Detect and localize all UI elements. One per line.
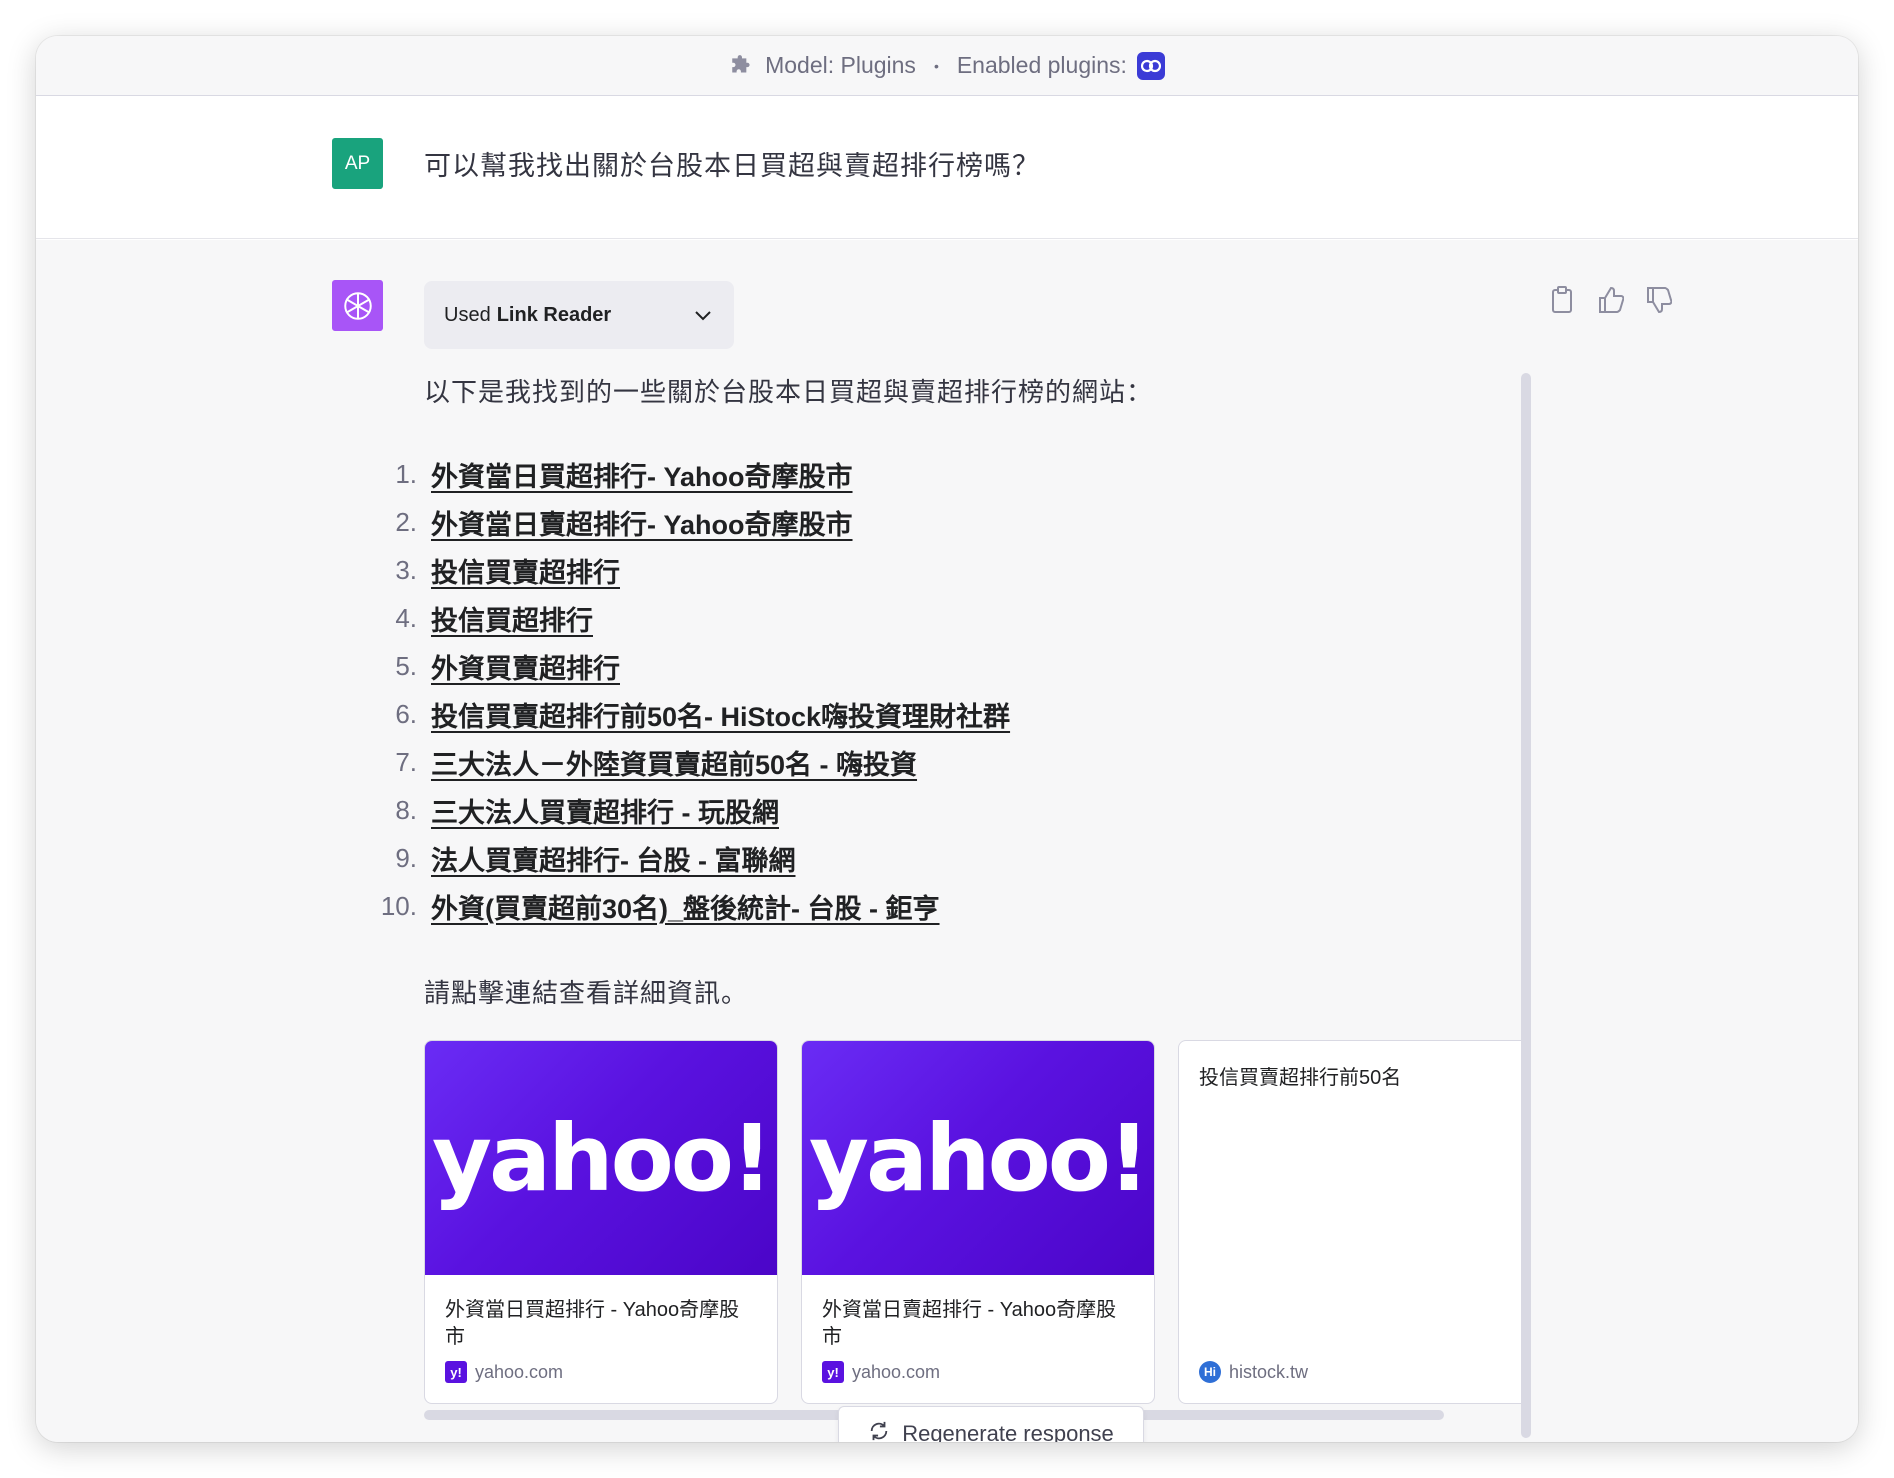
yahoo-favicon-icon: y!	[822, 1361, 844, 1383]
card-domain: yahoo.com	[852, 1361, 941, 1382]
puzzle-icon	[729, 53, 755, 79]
list-item: 8. 三大法人買賣超排行 - 玩股網	[376, 786, 1010, 834]
clipboard-icon[interactable]	[1550, 286, 1576, 314]
card-source: Hi histock.tw	[1199, 1361, 1308, 1383]
regenerate-label: Regenerate response	[902, 1421, 1114, 1442]
card-domain: histock.tw	[1229, 1361, 1309, 1382]
link[interactable]: 投信買賣超排行	[431, 551, 620, 590]
card-title: 外資當日賣超排行 - Yahoo奇摩股市	[822, 1299, 1117, 1348]
card-thumbnail: yahoo!	[425, 1041, 777, 1275]
card-domain: yahoo.com	[475, 1361, 564, 1382]
link-preview-card[interactable]: yahoo! 外資當日賣超排行 - Yahoo奇摩股市 y! yahoo.com	[801, 1040, 1155, 1404]
list-item: 3. 投信買賣超排行	[376, 546, 1010, 594]
list-item: 9. 法人買賣超排行- 台股 - 富聯網	[376, 834, 1010, 882]
list-item: 4. 投信買超排行	[376, 594, 1010, 642]
chat-window: Model: Plugins • Enabled plugins: AP 可以幫…	[36, 36, 1858, 1442]
link[interactable]: 投信買超排行	[431, 599, 593, 638]
card-title: 投信買賣超排行前50名	[1199, 1067, 1402, 1089]
used-plugin-toggle[interactable]: Used Link Reader	[424, 281, 734, 349]
link[interactable]: 外資買賣超排行	[431, 647, 620, 686]
assistant-outro: 請點擊連結查看詳細資訊。	[424, 978, 749, 1008]
link-preview-carousel: yahoo! 外資當日買超排行 - Yahoo奇摩股市 y! yahoo.com…	[424, 1040, 1521, 1404]
link[interactable]: 三大法人買賣超排行 - 玩股網	[431, 791, 779, 830]
list-item: 7. 三大法人－外陸資買賣超前50名 - 嗨投資	[376, 738, 1010, 786]
list-item: 2. 外資當日賣超排行- Yahoo奇摩股市	[376, 498, 1010, 546]
model-label: Model: Plugins	[765, 52, 916, 78]
assistant-message-row: Used Link Reader 以下是我找到的一些關於台股本日買超與賣超排行榜…	[36, 240, 1858, 1442]
separator-dot: •	[933, 57, 939, 74]
link[interactable]: 外資(買賣超前30名)_盤後統計- 台股 - 鉅亨	[431, 887, 940, 926]
enabled-plugins-label: Enabled plugins:	[956, 52, 1127, 78]
card-thumbnail: yahoo!	[802, 1041, 1154, 1275]
user-avatar: AP	[332, 138, 383, 189]
user-message-row: AP 可以幫我找出關於台股本日買超與賣超排行榜嗎？	[36, 96, 1858, 239]
yahoo-logo: yahoo!	[432, 1104, 773, 1212]
list-item: 10. 外資(買賣超前30名)_盤後統計- 台股 - 鉅亨	[376, 882, 1010, 930]
regenerate-response-button[interactable]: Regenerate response	[838, 1406, 1144, 1442]
thumbs-down-icon[interactable]	[1646, 286, 1673, 314]
link[interactable]: 外資當日賣超排行- Yahoo奇摩股市	[431, 503, 853, 542]
openai-logo-icon	[332, 280, 383, 331]
user-message: 可以幫我找出關於台股本日買超與賣超排行榜嗎？	[424, 151, 1040, 181]
histock-favicon-icon: Hi	[1199, 1361, 1221, 1383]
link[interactable]: 法人買賣超排行- 台股 - 富聯網	[431, 839, 796, 878]
link[interactable]: 外資當日買超排行- Yahoo奇摩股市	[431, 455, 853, 494]
used-plugin-name: Link Reader	[496, 303, 612, 326]
link[interactable]: 三大法人－外陸資買賣超前50名 - 嗨投資	[431, 743, 917, 782]
model-info-bar: Model: Plugins • Enabled plugins:	[36, 36, 1858, 96]
yahoo-favicon-icon: y!	[445, 1361, 467, 1383]
message-actions	[1550, 286, 1673, 314]
refresh-icon	[868, 1420, 890, 1442]
link-list: 1. 外資當日買超排行- Yahoo奇摩股市 2. 外資當日賣超排行- Yahoo奇…	[376, 450, 1010, 930]
list-item: 6. 投信買賣超排行前50名- HiStock嗨投資理財社群	[376, 690, 1010, 738]
vertical-scrollbar[interactable]	[1521, 373, 1531, 1438]
yahoo-logo: yahoo!	[809, 1104, 1150, 1212]
thumbs-up-icon[interactable]	[1598, 286, 1625, 314]
chevron-down-icon	[694, 305, 712, 328]
used-prefix: Used	[444, 303, 491, 326]
list-item: 5. 外資買賣超排行	[376, 642, 1010, 690]
link[interactable]: 投信買賣超排行前50名- HiStock嗨投資理財社群	[431, 695, 1010, 734]
assistant-intro: 以下是我找到的一些關於台股本日買超與賣超排行榜的網站：	[424, 377, 1154, 407]
card-source: y! yahoo.com	[445, 1361, 563, 1383]
link-preview-card[interactable]: 投信買賣超排行前50名 Hi histock.tw	[1178, 1040, 1521, 1404]
link-reader-plugin-icon[interactable]	[1136, 51, 1165, 80]
card-title: 外資當日買超排行 - Yahoo奇摩股市	[445, 1299, 740, 1348]
list-item: 1. 外資當日買超排行- Yahoo奇摩股市	[376, 450, 1010, 498]
card-source: y! yahoo.com	[822, 1361, 940, 1383]
link-preview-card[interactable]: yahoo! 外資當日買超排行 - Yahoo奇摩股市 y! yahoo.com	[424, 1040, 778, 1404]
